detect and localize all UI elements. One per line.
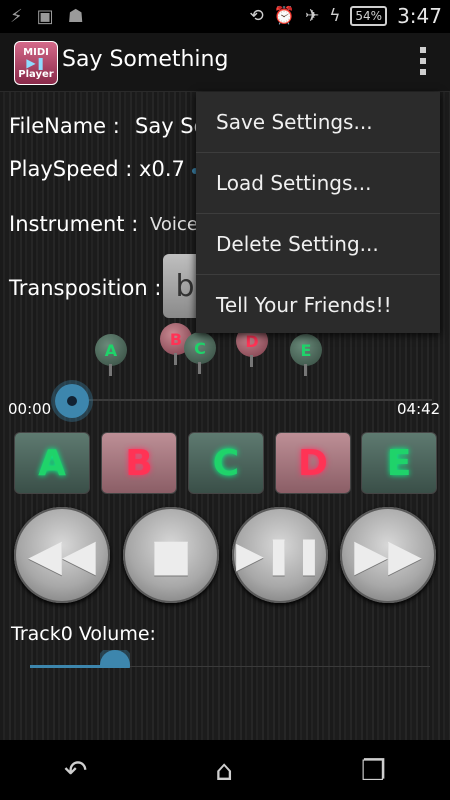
button-b[interactable]: B xyxy=(101,432,177,494)
marker-a[interactable]: A xyxy=(95,334,127,376)
button-c[interactable]: C xyxy=(188,432,264,494)
play-pause-button[interactable]: ▶❚❚ xyxy=(232,507,328,603)
overflow-menu: Save Settings... Load Settings... Delete… xyxy=(196,92,440,333)
app-icon-bottom-text: Player xyxy=(18,68,54,80)
recents-icon[interactable]: ❐ xyxy=(361,754,386,787)
menu-item-save-settings[interactable]: Save Settings... xyxy=(196,92,440,153)
transposition-label: Transposition : xyxy=(9,276,162,300)
filename-label: FileName : xyxy=(9,114,120,138)
rewind-icon: ◀◀ xyxy=(28,529,96,581)
app-icon[interactable]: MIDI ▶❚ Player xyxy=(14,41,58,85)
menu-item-load-settings[interactable]: Load Settings... xyxy=(196,153,440,214)
current-time: 00:00 xyxy=(8,400,52,418)
instrument-spinner[interactable]: Voice xyxy=(150,214,198,235)
forward-button[interactable]: ▶▶ xyxy=(340,507,436,603)
volume-label: Track0 Volume: xyxy=(11,623,156,645)
seek-bar[interactable] xyxy=(72,399,432,401)
status-bar: ⚡ ▣ ☗ ⟲ ⏰ ✈ ϟ 54% 3:47 xyxy=(0,0,450,33)
playspeed-label: PlaySpeed : x0.7 xyxy=(9,157,185,181)
alarm-icon: ⏰ xyxy=(273,6,295,26)
fast-forward-icon: ▶▶ xyxy=(354,529,422,581)
back-icon[interactable]: ↶ xyxy=(64,754,87,787)
home-icon[interactable]: ⌂ xyxy=(215,754,233,787)
navigation-bar: ↶ ⌂ ❐ xyxy=(0,740,450,800)
stop-button[interactable]: ■ xyxy=(123,507,219,603)
app-title: Say Something xyxy=(62,47,229,72)
marker-e[interactable]: E xyxy=(290,334,322,376)
overflow-menu-icon[interactable] xyxy=(420,47,426,75)
menu-item-delete-setting[interactable]: Delete Setting... xyxy=(196,214,440,275)
button-a[interactable]: A xyxy=(14,432,90,494)
stop-icon: ■ xyxy=(150,529,192,581)
airplane-icon: ✈ xyxy=(304,6,320,26)
play-pause-icon: ▶❚❚ xyxy=(235,534,324,576)
total-time: 04:42 xyxy=(397,400,441,418)
seek-thumb[interactable] xyxy=(55,384,89,418)
play-pause-icon: ▶❚ xyxy=(26,55,46,70)
image-icon: ▣ xyxy=(36,6,54,27)
menu-item-tell-friends[interactable]: Tell Your Friends!! xyxy=(196,275,440,335)
button-e[interactable]: E xyxy=(361,432,437,494)
rotation-icon: ⟲ xyxy=(249,6,264,26)
instrument-label: Instrument : xyxy=(9,212,139,236)
rewind-button[interactable]: ◀◀ xyxy=(14,507,110,603)
button-d[interactable]: D xyxy=(275,432,351,494)
android-icon: ☗ xyxy=(67,6,84,27)
marker-c[interactable]: C xyxy=(184,332,216,374)
volume-thumb[interactable] xyxy=(100,650,130,668)
clock: 3:47 xyxy=(397,4,442,28)
action-bar: MIDI ▶❚ Player Say Something xyxy=(0,33,450,92)
battery-indicator: 54% xyxy=(350,6,388,26)
charging-icon: ϟ xyxy=(329,6,341,26)
usb-icon: ⚡ xyxy=(10,6,23,27)
